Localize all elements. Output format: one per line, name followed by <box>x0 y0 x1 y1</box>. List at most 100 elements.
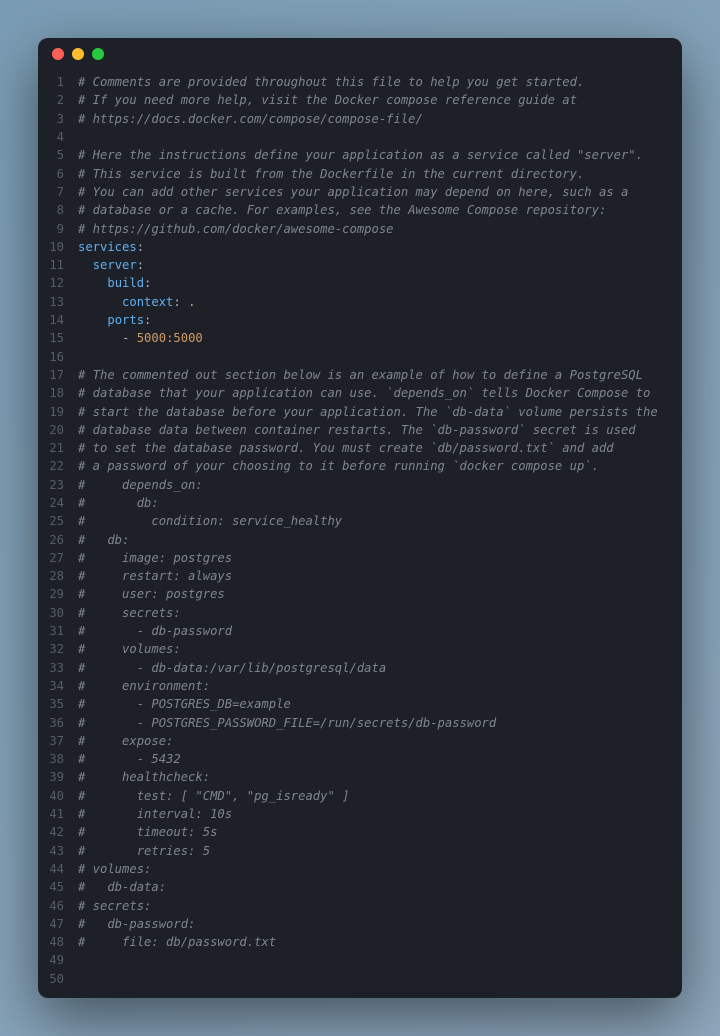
editor-window: 1234567891011121314151617181920212223242… <box>38 38 682 998</box>
line-number: 23 <box>48 476 64 494</box>
code-line[interactable]: # database or a cache. For examples, see… <box>78 201 672 219</box>
line-number: 28 <box>48 567 64 585</box>
code-line[interactable]: # db-password: <box>78 915 672 933</box>
line-number: 39 <box>48 768 64 786</box>
line-number: 3 <box>48 110 64 128</box>
code-line[interactable]: # start the database before your applica… <box>78 403 672 421</box>
line-number: 11 <box>48 256 64 274</box>
line-number: 25 <box>48 512 64 530</box>
code-line[interactable]: # timeout: 5s <box>78 823 672 841</box>
line-number: 46 <box>48 897 64 915</box>
line-number: 18 <box>48 384 64 402</box>
code-line[interactable] <box>78 951 672 969</box>
code-line[interactable]: # If you need more help, visit the Docke… <box>78 91 672 109</box>
line-number: 45 <box>48 878 64 896</box>
code-line[interactable]: # database data between container restar… <box>78 421 672 439</box>
code-line[interactable]: build: <box>78 274 672 292</box>
code-line[interactable]: # - POSTGRES_PASSWORD_FILE=/run/secrets/… <box>78 714 672 732</box>
code-line[interactable]: # restart: always <box>78 567 672 585</box>
code-line[interactable]: # file: db/password.txt <box>78 933 672 951</box>
line-number: 20 <box>48 421 64 439</box>
code-line[interactable] <box>78 128 672 146</box>
line-number: 32 <box>48 640 64 658</box>
code-line[interactable]: # Here the instructions define your appl… <box>78 146 672 164</box>
code-line[interactable]: # db: <box>78 531 672 549</box>
line-number: 26 <box>48 531 64 549</box>
line-number: 37 <box>48 732 64 750</box>
line-number: 29 <box>48 585 64 603</box>
line-number: 49 <box>48 951 64 969</box>
code-editor[interactable]: 1234567891011121314151617181920212223242… <box>38 69 682 998</box>
line-number: 42 <box>48 823 64 841</box>
code-line[interactable]: # db: <box>78 494 672 512</box>
line-number: 31 <box>48 622 64 640</box>
code-line[interactable]: ports: <box>78 311 672 329</box>
line-number: 5 <box>48 146 64 164</box>
code-line[interactable]: # You can add other services your applic… <box>78 183 672 201</box>
line-number: 12 <box>48 274 64 292</box>
line-number: 19 <box>48 403 64 421</box>
code-line[interactable]: # db-data: <box>78 878 672 896</box>
line-number-gutter: 1234567891011121314151617181920212223242… <box>38 73 78 988</box>
code-line[interactable]: # https://docs.docker.com/compose/compos… <box>78 110 672 128</box>
code-line[interactable]: # a password of your choosing to it befo… <box>78 457 672 475</box>
code-line[interactable]: # - POSTGRES_DB=example <box>78 695 672 713</box>
line-number: 36 <box>48 714 64 732</box>
line-number: 33 <box>48 659 64 677</box>
line-number: 4 <box>48 128 64 146</box>
code-line[interactable]: # secrets: <box>78 897 672 915</box>
code-line[interactable]: # depends_on: <box>78 476 672 494</box>
code-line[interactable]: # retries: 5 <box>78 842 672 860</box>
code-line[interactable]: # user: postgres <box>78 585 672 603</box>
code-line[interactable]: # environment: <box>78 677 672 695</box>
line-number: 2 <box>48 91 64 109</box>
code-line[interactable]: # healthcheck: <box>78 768 672 786</box>
code-line[interactable]: # Comments are provided throughout this … <box>78 73 672 91</box>
line-number: 9 <box>48 220 64 238</box>
line-number: 47 <box>48 915 64 933</box>
line-number: 22 <box>48 457 64 475</box>
code-line[interactable] <box>78 970 672 988</box>
close-icon[interactable] <box>52 48 64 60</box>
code-line[interactable]: # condition: service_healthy <box>78 512 672 530</box>
code-line[interactable]: # This service is built from the Dockerf… <box>78 165 672 183</box>
code-line[interactable]: context: . <box>78 293 672 311</box>
line-number: 16 <box>48 348 64 366</box>
minimize-icon[interactable] <box>72 48 84 60</box>
code-line[interactable]: # - db-data:/var/lib/postgresql/data <box>78 659 672 677</box>
line-number: 17 <box>48 366 64 384</box>
line-number: 21 <box>48 439 64 457</box>
line-number: 8 <box>48 201 64 219</box>
code-line[interactable]: # test: [ "CMD", "pg_isready" ] <box>78 787 672 805</box>
line-number: 7 <box>48 183 64 201</box>
code-line[interactable]: # secrets: <box>78 604 672 622</box>
code-line[interactable]: # - db-password <box>78 622 672 640</box>
code-line[interactable]: - 5000:5000 <box>78 329 672 347</box>
line-number: 13 <box>48 293 64 311</box>
zoom-icon[interactable] <box>92 48 104 60</box>
code-line[interactable]: # - 5432 <box>78 750 672 768</box>
code-line[interactable]: server: <box>78 256 672 274</box>
code-line[interactable]: # expose: <box>78 732 672 750</box>
line-number: 10 <box>48 238 64 256</box>
code-line[interactable]: # volumes: <box>78 640 672 658</box>
titlebar <box>38 38 682 69</box>
line-number: 30 <box>48 604 64 622</box>
code-line[interactable]: # interval: 10s <box>78 805 672 823</box>
code-line[interactable]: # https://github.com/docker/awesome-comp… <box>78 220 672 238</box>
line-number: 50 <box>48 970 64 988</box>
line-number: 34 <box>48 677 64 695</box>
code-line[interactable]: # to set the database password. You must… <box>78 439 672 457</box>
line-number: 35 <box>48 695 64 713</box>
code-line[interactable]: # volumes: <box>78 860 672 878</box>
code-line[interactable] <box>78 348 672 366</box>
line-number: 14 <box>48 311 64 329</box>
code-line[interactable]: # image: postgres <box>78 549 672 567</box>
code-line[interactable]: services: <box>78 238 672 256</box>
code-content[interactable]: # Comments are provided throughout this … <box>78 73 682 988</box>
line-number: 27 <box>48 549 64 567</box>
code-line[interactable]: # The commented out section below is an … <box>78 366 672 384</box>
line-number: 48 <box>48 933 64 951</box>
line-number: 24 <box>48 494 64 512</box>
code-line[interactable]: # database that your application can use… <box>78 384 672 402</box>
